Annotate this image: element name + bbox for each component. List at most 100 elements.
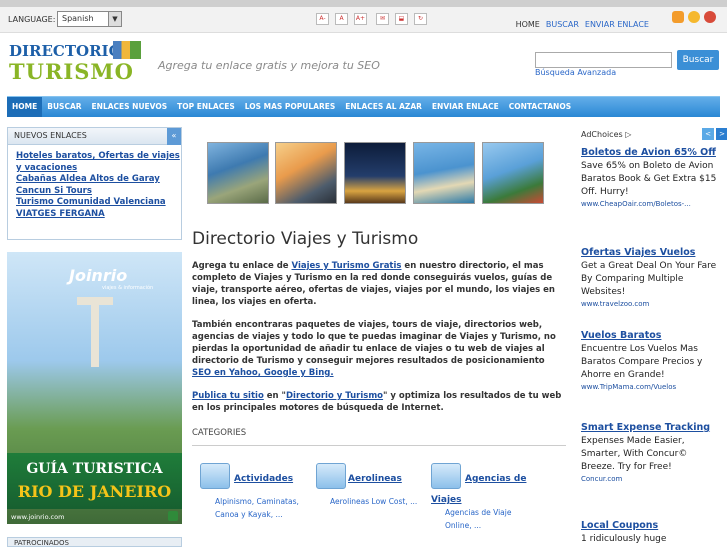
joinrio-logo-sub: viajes & información [102,285,154,291]
ad-item[interactable]: Ofertas Viajes Vuelos Get a Great Deal O… [581,246,723,310]
ad-title[interactable]: Boletos de Avion 65% Off [581,146,723,160]
category-sub[interactable]: Agencias de Viaje [445,507,511,519]
ad-url[interactable]: www.TripMama.com/Vuelos [581,382,723,393]
collapse-icon[interactable]: « [167,128,181,145]
photo-sunset-city[interactable] [275,142,337,204]
intro-text-span: También encontraras paquetes de viajes, … [192,320,556,366]
ad-item[interactable]: Vuelos Baratos Encuentre Los Vuelos Mas … [581,329,723,393]
intro-paragraph-3: Publica tu sitio en "Directorio y Turism… [192,390,566,414]
rss-icon[interactable] [672,11,684,23]
viajes-turismo-gratis-link[interactable]: Viajes y Turismo Gratis [292,261,402,271]
nav-contactanos[interactable]: CONTACTANOS [504,97,576,117]
intro-text: Agrega tu enlace de Viajes y Turismo Gra… [192,260,566,425]
search-button[interactable]: Buscar [677,50,719,70]
ad-item[interactable]: Boletos de Avion 65% Off Save 65% on Bol… [581,146,723,210]
share-icon[interactable]: ↻ [414,13,427,25]
advanced-search-link[interactable]: Búsqueda Avanzada [535,68,616,77]
nav-enlaces-al-azar[interactable]: ENLACES AL AZAR [340,97,427,117]
new-link-item[interactable]: y vacaciones [16,163,181,175]
nav-top-enlaces[interactable]: TOP ENLACES [172,97,240,117]
favorite-icon[interactable] [688,11,700,23]
folder-icon[interactable] [200,463,230,489]
ad-title[interactable]: Ofertas Viajes Vuelos [581,246,723,260]
globe-icon[interactable] [704,11,716,23]
email-icon[interactable]: ✉ [376,13,389,25]
ad-title[interactable]: Smart Expense Tracking [581,421,723,435]
nav-enviar-enlace[interactable]: ENVIAR ENLACE [427,97,504,117]
category-agencias-2[interactable]: Viajes [431,495,462,505]
category-sub[interactable]: Canoa y Kayak, ... [215,509,283,521]
category-sub[interactable]: Aerolineas Low Cost, ... [330,496,417,508]
top-nav-buscar[interactable]: BUSCAR [546,20,579,29]
photo-christ-redeemer[interactable] [482,142,544,204]
category-aerolineas[interactable]: Aerolineas [348,474,402,484]
photo-night-tree[interactable] [344,142,406,204]
ad-title[interactable]: Local Coupons [581,519,723,533]
directorio-turismo-link[interactable]: Directorio y Turismo [286,391,383,401]
new-links-box: NUEVOS ENLACES « Hoteles baratos, Ofertas… [7,127,182,240]
nav-buscar[interactable]: BUSCAR [42,97,86,117]
ad-desc: Encuentre Los Vuelos Mas Baratos Compare… [581,344,703,380]
chevron-right-icon[interactable]: > [716,128,727,140]
ad-line1: GUÍA TURISTICA [26,461,163,477]
ad-title[interactable]: Vuelos Baratos [581,329,723,343]
new-link-item[interactable]: Cabañas Aldea Altos de Garay [16,174,181,186]
nav-home[interactable]: HOME [7,97,43,117]
ad-item[interactable]: Smart Expense Tracking Expenses Made Eas… [581,421,723,485]
publica-sitio-link[interactable]: Publica tu sitio [192,391,264,401]
nav-los-mas-populares[interactable]: LOS MAS POPULARES [240,97,341,117]
adchoices-label[interactable]: AdChoices ▷ [581,130,631,139]
folder-icon[interactable] [431,463,461,489]
category-sub[interactable]: Alpinismo, Caminatas, [215,496,299,508]
top-strip [0,0,727,7]
photo-beach[interactable] [413,142,475,204]
page-title: Directorio Viajes y Turismo [192,229,419,249]
categories-label: CATEGORIES [192,428,247,438]
seo-link[interactable]: SEO en Yahoo, Google y Bing. [192,368,334,378]
ad-url[interactable]: www.CheapOair.com/Boletos-... [581,199,723,210]
chevron-down-icon[interactable]: ▼ [108,12,121,26]
font-reset-icon[interactable]: A [335,13,348,25]
new-links-title: NUEVOS ENLACES [14,131,87,140]
top-nav: HOME BUSCAR ENVIAR ENLACE [510,14,649,36]
top-nav-home[interactable]: HOME [516,20,540,29]
ad-url[interactable]: www.travelzoo.com [581,299,723,310]
site-logo[interactable]: DIRECTORIO TURISMO [9,41,141,88]
nav-enlaces-nuevos[interactable]: ENLACES NUEVOS [87,97,173,117]
new-links-header: NUEVOS ENLACES « [8,128,181,145]
search-input[interactable] [535,52,672,68]
new-link-item[interactable]: Turismo Comunidad Valenciana [16,197,181,209]
category-sub[interactable]: Online, ... [445,520,481,532]
photo-rio-bay[interactable] [207,142,269,204]
tagline: Agrega tu enlace gratis y mejora tu SEO [158,59,380,72]
logo-line2: TURISMO [9,59,134,84]
arrow-right-icon[interactable] [168,511,178,521]
font-decrease-icon[interactable]: A- [316,13,329,25]
category-actividades[interactable]: Actividades [234,474,293,484]
print-icon[interactable]: ⬓ [395,13,408,25]
christ-statue-body-icon [91,297,99,367]
new-link-item[interactable]: Cancun Si Tours [16,186,181,198]
new-link-item[interactable]: VIATGES FERGANA [16,209,181,221]
ad-desc: Get a Great Deal On Your Fare By Compari… [581,261,717,297]
intro-text-span: Agrega tu enlace de [192,261,292,271]
ad-desc: 1 ridiculously huge [581,534,667,544]
logo-line1: DIRECTORIO [9,42,122,60]
toolbar: LANGUAGE: Spanish ▼ A- A A+ ✉ ⬓ ↻ HOME BUS… [0,7,727,33]
ad-url[interactable]: Concur.com [581,474,723,485]
intro-paragraph-2: También encontraras paquetes de viajes, … [192,319,566,379]
language-value: Spanish [62,14,94,23]
rio-banner-ad[interactable]: Joinrio viajes & información GUÍA TURIST… [7,252,182,524]
category-agencias[interactable]: Agencias de [465,474,526,484]
language-select[interactable]: Spanish ▼ [57,11,122,27]
new-link-item[interactable]: Hoteles baratos, Ofertas de viajes [16,151,181,163]
sponsored-box: PATROCINADOS [7,537,182,547]
divider [192,445,566,446]
ad-item[interactable]: Local Coupons 1 ridiculously huge [581,519,723,546]
logo-buildings-icon [113,41,141,59]
chevron-left-icon[interactable]: < [702,128,714,140]
ad-desc: Save 65% on Boleto de Avion Baratos Book… [581,161,717,197]
folder-icon[interactable] [316,463,346,489]
top-nav-enviar-enlace[interactable]: ENVIAR ENLACE [585,20,649,29]
font-increase-icon[interactable]: A+ [354,13,367,25]
